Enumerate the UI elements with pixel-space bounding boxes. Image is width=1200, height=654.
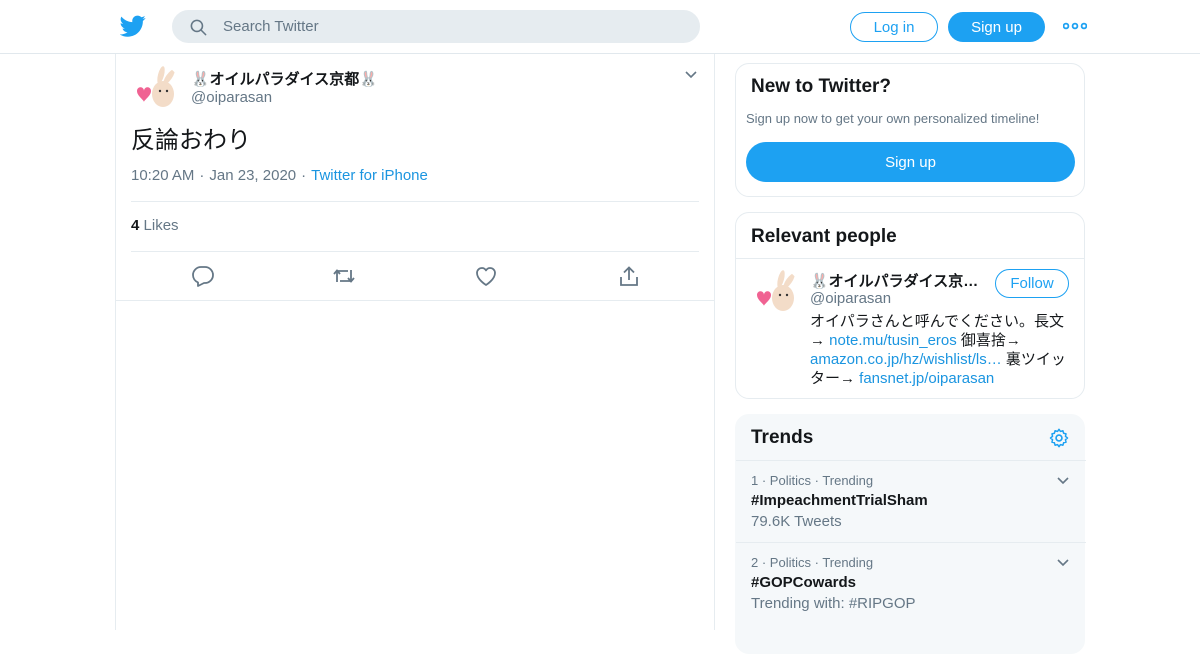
chevron-down-icon[interactable]	[1056, 558, 1070, 568]
bunny-avatar-image	[751, 268, 801, 318]
tweet-date[interactable]: Jan 23, 2020	[209, 167, 296, 184]
likes-count: 4	[131, 217, 140, 234]
top-navigation-bar: Log in Sign up	[0, 0, 1200, 54]
trend-context: 1 · Politics · Trending	[751, 473, 874, 488]
relevant-people-card: Relevant people 🐰オイルパラダイス京都🐰 @oiparasan …	[735, 212, 1085, 399]
follow-button[interactable]: Follow	[995, 269, 1069, 298]
separator-dot: ·	[199, 167, 205, 184]
new-to-twitter-card: New to Twitter? Sign up now to get your …	[735, 63, 1085, 197]
divider	[736, 258, 1084, 259]
bunny-avatar-image	[131, 64, 181, 114]
bio-text: 御喜捨→	[956, 332, 1021, 349]
trend-item[interactable]: 1 · Politics · Trending #ImpeachmentTria…	[736, 460, 1086, 542]
share-icon[interactable]	[617, 265, 641, 287]
trend-item[interactable]: 2 · Politics · Trending #GOPCowards Tren…	[736, 542, 1086, 624]
more-options-icon[interactable]	[1063, 18, 1087, 34]
tweet-time[interactable]: 10:20 AM	[131, 167, 194, 184]
login-button[interactable]: Log in	[850, 12, 938, 42]
bio-link-note[interactable]: note.mu/tusin_eros	[829, 332, 957, 349]
search-input[interactable]	[223, 11, 683, 42]
tweet-author-handle[interactable]: @oiparasan	[191, 89, 272, 106]
chevron-down-icon[interactable]	[684, 70, 698, 80]
card-subtitle: Sign up now to get your own personalized…	[746, 111, 1040, 126]
avatar[interactable]	[751, 268, 801, 318]
trend-related: Trending with: #RIPGOP	[751, 595, 916, 612]
likes-label: Likes	[143, 217, 179, 234]
search-icon	[190, 19, 207, 36]
tweet-text: 反論おわり	[131, 127, 251, 154]
gear-icon[interactable]	[1048, 427, 1070, 449]
divider	[131, 201, 699, 202]
tweet-author-name[interactable]: 🐰オイルパラダイス京都🐰	[191, 68, 378, 89]
signup-button[interactable]: Sign up	[948, 12, 1045, 42]
tweet-source-link[interactable]: Twitter for iPhone	[311, 167, 428, 184]
likes-stat[interactable]: 4 Likes	[131, 217, 179, 234]
divider	[131, 251, 699, 252]
trend-context: 2 · Politics · Trending	[751, 555, 874, 570]
person-bio: オイパラさんと呼んでください。長文→ note.mu/tusin_eros 御喜…	[810, 312, 1074, 388]
reply-icon[interactable]	[191, 265, 215, 287]
search-box[interactable]	[172, 10, 700, 43]
trend-tweet-count: 79.6K Tweets	[751, 513, 842, 530]
card-title: Relevant people	[751, 226, 897, 247]
chevron-down-icon[interactable]	[1056, 476, 1070, 486]
tweet-column: 🐰オイルパラダイス京都🐰 @oiparasan 反論おわり 10:20 AM · J…	[115, 54, 715, 630]
bio-link-fansnet[interactable]: fansnet.jp/oiparasan	[859, 370, 994, 387]
signup-large-button[interactable]: Sign up	[746, 142, 1075, 182]
person-handle[interactable]: @oiparasan	[810, 290, 891, 307]
tweet-card: 🐰オイルパラダイス京都🐰 @oiparasan 反論おわり 10:20 AM · J…	[116, 54, 714, 301]
bio-link-amazon[interactable]: amazon.co.jp/hz/wishlist/ls…	[810, 351, 1002, 368]
twitter-bird-logo-icon[interactable]	[120, 13, 146, 39]
person-name[interactable]: 🐰オイルパラダイス京都🐰	[810, 270, 988, 291]
retweet-icon[interactable]	[332, 265, 356, 287]
separator-dot: ·	[301, 167, 307, 184]
like-icon[interactable]	[474, 265, 498, 287]
card-title: Trends	[751, 427, 814, 448]
avatar[interactable]	[131, 64, 181, 114]
card-title: New to Twitter?	[751, 76, 892, 97]
trends-card: Trends 1 · Politics · Trending #Impeachm…	[735, 414, 1086, 654]
tweet-metadata: 10:20 AM · Jan 23, 2020 · Twitter for iPhone	[131, 167, 428, 184]
trend-name[interactable]: #ImpeachmentTrialSham	[751, 492, 928, 509]
trend-name[interactable]: #GOPCowards	[751, 574, 856, 591]
